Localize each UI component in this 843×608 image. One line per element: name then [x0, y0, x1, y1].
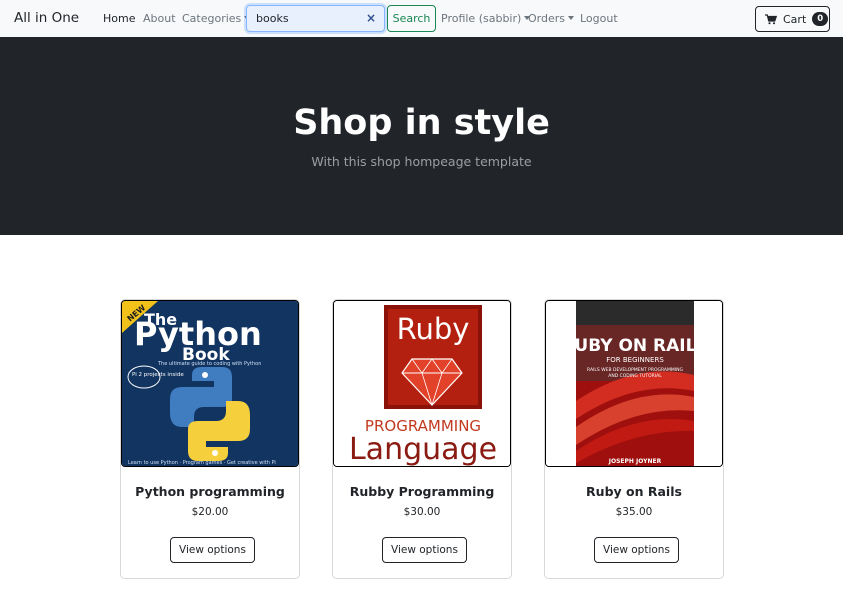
product-card: Ruby PROGRAMMING Language Rubby Programm…: [332, 299, 512, 579]
product-price: $30.00: [403, 506, 441, 518]
nav-home[interactable]: Home: [103, 12, 135, 25]
product-card: RUBY ON RAILS FOR BEGINNERS RAILS WEB DE…: [544, 299, 724, 579]
product-card: NEW The Python Book The ultimate guide t…: [120, 299, 300, 579]
search-input[interactable]: [247, 6, 367, 31]
cover-author: JOSEPH JOYNER: [608, 458, 662, 465]
ruby-book-cover: Ruby PROGRAMMING Language: [334, 301, 510, 467]
brand-logo[interactable]: All in One: [14, 10, 79, 26]
hero-banner: Shop in style With this shop hompeage te…: [0, 37, 843, 235]
cover-text: RUBY ON RAILS: [561, 336, 708, 356]
navbar: All in One Home About Categories × Searc…: [0, 0, 843, 37]
nav-orders-dropdown[interactable]: Orders: [528, 12, 574, 25]
cover-text: Ruby: [397, 312, 470, 346]
view-options-button[interactable]: View options: [594, 537, 679, 563]
chevron-down-icon: [568, 16, 574, 20]
nav-categories-label: Categories: [182, 12, 242, 25]
nav-profile-dropdown[interactable]: Profile (sabbir): [441, 12, 531, 25]
product-image[interactable]: NEW The Python Book The ultimate guide t…: [121, 300, 299, 467]
nav-orders-label: Orders: [528, 12, 565, 25]
product-price: $35.00: [615, 506, 653, 518]
nav-profile-label: Profile (sabbir): [441, 12, 522, 25]
cart-button[interactable]: Cart 0: [755, 6, 830, 32]
hero-subtitle: With this shop hompeage template: [311, 154, 532, 169]
cart-count-badge: 0: [812, 12, 829, 26]
search-box: ×: [246, 5, 385, 32]
cover-text: RAILS WEB DEVELOPMENT PROGRAMMING: [587, 367, 683, 373]
view-options-button[interactable]: View options: [382, 537, 467, 563]
product-name: Rubby Programming: [349, 484, 495, 499]
product-price: $20.00: [191, 506, 229, 518]
cart-icon: [765, 13, 777, 24]
python-book-cover: NEW The Python Book The ultimate guide t…: [122, 301, 298, 466]
clear-icon[interactable]: ×: [366, 12, 376, 24]
cover-tagline: The ultimate guide to coding with Python: [157, 361, 261, 367]
product-name: Python programming: [135, 484, 285, 499]
product-name: Ruby on Rails: [586, 484, 682, 499]
product-image[interactable]: Ruby PROGRAMMING Language: [333, 300, 511, 467]
search-button[interactable]: Search: [387, 5, 436, 32]
nav-categories-dropdown[interactable]: Categories: [182, 12, 251, 25]
cover-footer: Learn to use Python · Program games · Ge…: [128, 460, 276, 466]
view-options-button[interactable]: View options: [170, 537, 255, 563]
cover-text: FOR BEGINNERS: [606, 356, 664, 364]
cover-text: AND CODING TUTORIAL: [608, 373, 662, 379]
cover-pi-note: Pi 2 projects inside: [132, 372, 184, 378]
cover-text: Language: [349, 432, 497, 467]
nav-logout[interactable]: Logout: [580, 12, 618, 25]
product-image[interactable]: RUBY ON RAILS FOR BEGINNERS RAILS WEB DE…: [545, 300, 723, 467]
hero-title: Shop in style: [293, 103, 550, 143]
rails-book-cover: RUBY ON RAILS FOR BEGINNERS RAILS WEB DE…: [546, 301, 722, 466]
cart-label: Cart: [783, 12, 807, 26]
nav-about[interactable]: About: [143, 12, 176, 25]
